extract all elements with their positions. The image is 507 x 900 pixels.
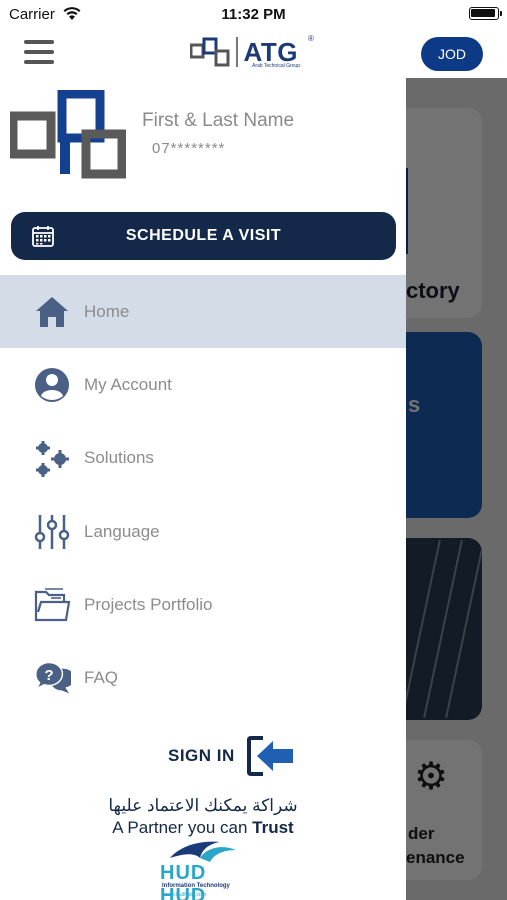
sliders-icon [33,513,71,551]
app-screen: Carrier 11:32 PM ATG ® Arab Technical Gr… [0,0,507,900]
home-icon [33,293,71,331]
schedule-visit-label: SCHEDULE A VISIT [125,227,282,244]
menu-item-label: FAQ [84,668,119,688]
menu-item-label: My Account [84,374,172,394]
menu-item-projects-portfolio[interactable]: Projects Portfolio [0,568,406,641]
drawer-scrim[interactable] [406,78,507,900]
logo-divider [236,37,238,67]
menu-item-my-account[interactable]: My Account [0,348,406,421]
menu-item-label: Solutions [84,448,154,468]
hudhud-subtitle: Information Technology [162,883,230,889]
tagline-prefix: A Partner you can [112,818,253,837]
tagline-emphasis: Trust [252,818,294,837]
svg-text:?: ? [44,667,53,684]
app-header: ATG ® Arab Technical Group JOD [0,28,507,78]
tagline-arabic: شراكة يمكنك الاعتماد عليها [108,796,298,815]
logo-subtitle: Arab Technical Group [252,63,300,69]
profile-name: First & Last Name [142,110,295,131]
status-bar: Carrier 11:32 PM [0,0,507,28]
currency-button[interactable]: JOD [421,37,483,71]
side-drawer: First & Last Name 07******** SCHEDULE A … [0,78,406,900]
hudhud-website: www.hudhudit.com [164,892,206,898]
folder-icon [33,586,71,624]
sign-in-label: SIGN IN [168,746,235,765]
hudhud-logo: HUD HUD Information Technology www.hudhu… [160,836,248,900]
tagline-english: A Partner you can Trust [0,818,406,838]
atg-logo: ATG ® Arab Technical Group [190,32,314,72]
menu-item-home[interactable]: Home [0,275,406,349]
atg-logo-mark-icon [190,37,230,67]
menu-item-faq[interactable]: ? FAQ [0,641,406,714]
menu-item-language[interactable]: Language [0,495,406,568]
clock: 11:32 PM [221,6,286,23]
menu-item-label: Language [84,521,160,541]
sign-in-icon [246,736,293,776]
faq-icon: ? [33,659,71,697]
menu-item-label: Projects Portfolio [84,594,213,614]
sign-in-button[interactable]: SIGN IN [168,733,295,779]
menu-item-label: Home [84,301,130,321]
profile-phone: 07******** [152,140,226,157]
logo-registered-mark: ® [308,34,314,43]
account-icon [33,366,71,404]
menu-item-solutions[interactable]: Solutions [0,422,406,495]
hamburger-menu-icon[interactable] [24,40,54,64]
schedule-visit-button[interactable]: SCHEDULE A VISIT [11,212,396,260]
drawer-menu: Home My Account Solutions Language Proje… [0,275,406,715]
profile-avatar-logo [10,90,126,179]
gears-icon [33,440,71,478]
battery-icon [469,7,502,20]
